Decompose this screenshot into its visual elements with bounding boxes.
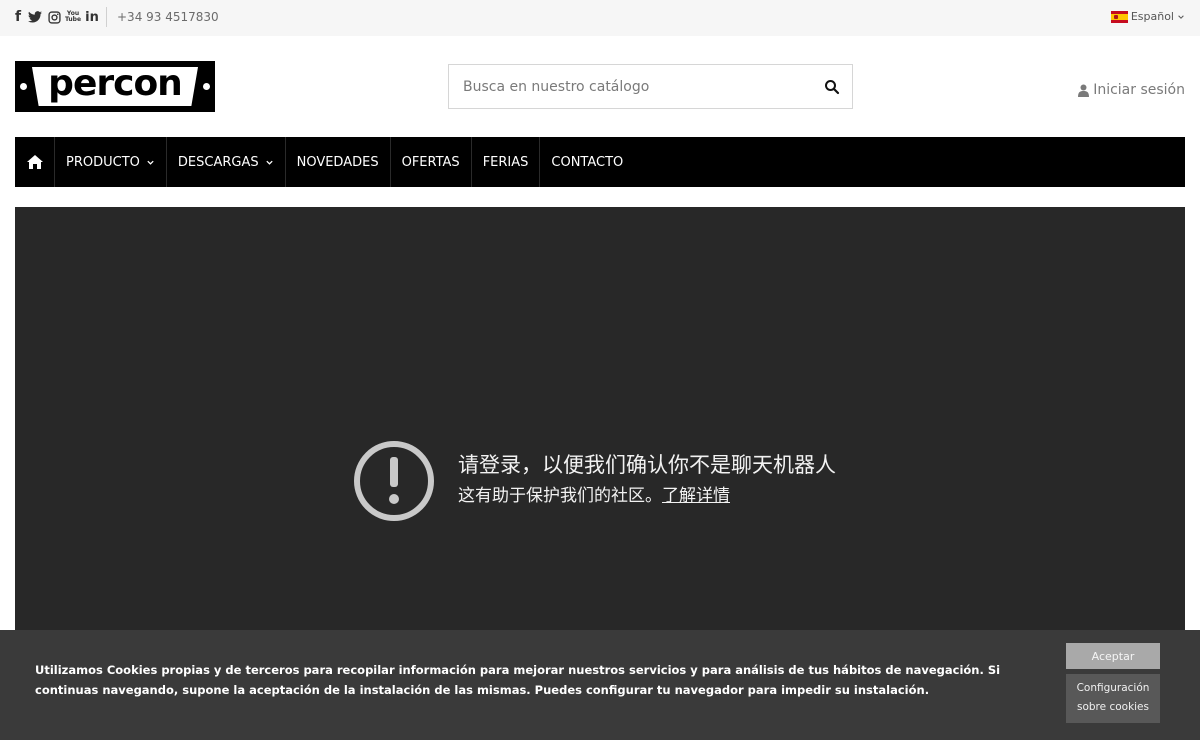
nav-item-descargas[interactable]: DESCARGAS [167,137,286,187]
nav-home[interactable] [15,137,55,187]
accept-cookies-button[interactable]: Aceptar [1066,643,1160,669]
main-nav: PRODUCTO DESCARGAS NOVEDADES OFERTAS FER… [15,137,1185,187]
nav-item-ofertas[interactable]: OFERTAS [391,137,472,187]
search-input[interactable] [449,65,809,108]
search-box [448,64,853,109]
cookie-settings-label-line1: Configuración [1076,682,1150,694]
logo-text: percon [48,63,183,104]
logo-plate: percon [32,67,198,106]
learn-more-link[interactable]: 了解详情 [662,486,730,506]
nav-item-label: DESCARGAS [177,154,259,170]
nav-item-novedades[interactable]: NOVEDADES [286,137,391,187]
nav-item-label: FERIAS [482,154,529,170]
chevron-down-icon [265,160,273,165]
nav-item-contacto[interactable]: CONTACTO [540,137,634,187]
language-selector[interactable]: Español [1110,10,1185,23]
cookie-settings-button[interactable]: Configuración sobre cookies [1066,674,1160,723]
message-heading: 请登录，以便我们确认你不是聊天机器人 [458,453,836,477]
instagram-icon[interactable] [48,9,61,25]
nav-item-label: CONTACTO [551,154,624,170]
twitter-icon[interactable] [28,9,42,25]
login-required-message: 请登录，以便我们确认你不是聊天机器人 这有助于保护我们的社区。了解详情 [458,451,836,509]
social-links: f You Tube in [14,9,99,25]
logo-dot [20,83,27,90]
nav-item-label: OFERTAS [401,154,460,170]
spain-flag-icon [1110,10,1128,23]
top-bar: f You Tube in +34 93 4517830 Español [0,0,1200,36]
nav-item-label: PRODUCTO [66,154,140,170]
nav-item-label: NOVEDADES [296,154,379,170]
login-label: Iniciar sesión [1093,82,1185,98]
youtube-icon[interactable]: You Tube [64,9,82,25]
message-subtext-body: 这有助于保护我们的社区。 [458,486,662,506]
chevron-down-icon [1178,14,1184,19]
search-icon[interactable] [824,79,840,95]
cookie-text: Utilizamos Cookies propias y de terceros… [35,663,1001,697]
cookie-banner: Utilizamos Cookies propias y de terceros… [0,630,1200,740]
youtube-glyph-bottom: Tube [64,16,82,23]
chevron-down-icon [147,160,154,165]
facebook-icon[interactable]: f [14,9,22,25]
message-subtext: 这有助于保护我们的社区。了解详情 [458,483,836,509]
divider [106,7,107,27]
language-label: Español [1130,10,1174,23]
nav-item-producto[interactable]: PRODUCTO [55,137,167,187]
nav-item-ferias[interactable]: FERIAS [472,137,541,187]
cookie-settings-label-line2: sobre cookies [1077,701,1149,713]
home-icon [26,155,43,169]
linkedin-icon[interactable]: in [85,9,99,25]
login-link[interactable]: Iniciar sesión [1078,82,1185,98]
phone-number: +34 93 4517830 [117,10,219,24]
percon-logo[interactable]: percon [15,61,215,112]
user-icon [1078,84,1090,97]
logo-dot [203,83,210,90]
